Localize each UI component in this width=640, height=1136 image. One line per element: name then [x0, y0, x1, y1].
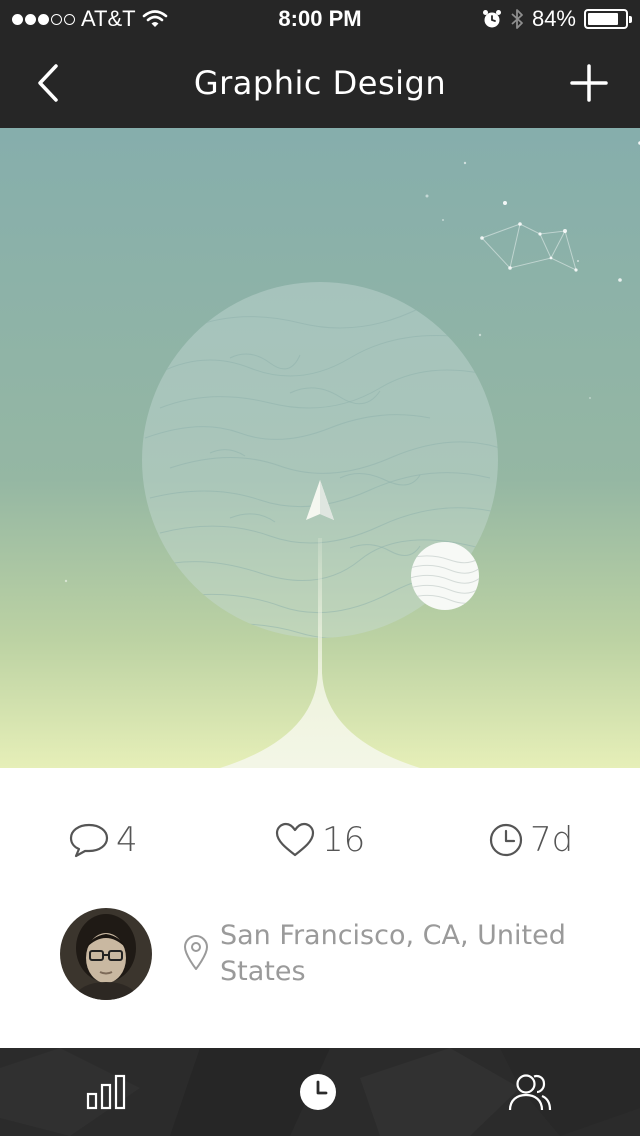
- avatar-image: [60, 908, 152, 1000]
- status-bar: AT&T 8:00 PM 84%: [0, 0, 640, 40]
- post-location: San Francisco, CA, United States: [182, 918, 580, 990]
- likes-stat[interactable]: 16: [274, 820, 365, 860]
- plus-icon: [570, 64, 608, 102]
- post-age: 7d: [530, 820, 574, 860]
- heart-icon: [275, 822, 315, 857]
- age-stat: 7d: [488, 820, 573, 860]
- battery-percent: 84%: [531, 6, 576, 31]
- location-label: San Francisco, CA, United States: [220, 920, 566, 987]
- space-illustration: [0, 128, 640, 768]
- navigation-bar: Graphic Design: [0, 40, 640, 128]
- author-avatar[interactable]: [60, 908, 152, 1000]
- post-stats: 4 16 7d: [0, 820, 640, 870]
- alarm-icon: [482, 10, 501, 28]
- tab-bar: [0, 1048, 640, 1136]
- location-pin-icon: [184, 935, 208, 970]
- tab-stats[interactable]: [46, 1048, 166, 1136]
- comments-count: 4: [116, 820, 138, 860]
- status-right: 84%: [482, 6, 632, 32]
- people-icon: [508, 1074, 552, 1111]
- clock-icon: [489, 823, 523, 857]
- post-image[interactable]: [0, 128, 640, 768]
- battery-icon: [584, 9, 632, 29]
- bluetooth-icon: [511, 9, 523, 29]
- tab-recent[interactable]: [258, 1048, 378, 1136]
- tab-people[interactable]: [470, 1048, 590, 1136]
- likes-count: 16: [322, 820, 366, 860]
- page-title: Graphic Design: [193, 64, 447, 102]
- bar-chart-icon: [86, 1074, 126, 1110]
- clock-icon: [300, 1074, 336, 1110]
- add-button[interactable]: [564, 58, 614, 108]
- comment-icon: [69, 823, 109, 858]
- comments-stat[interactable]: 4: [68, 820, 138, 860]
